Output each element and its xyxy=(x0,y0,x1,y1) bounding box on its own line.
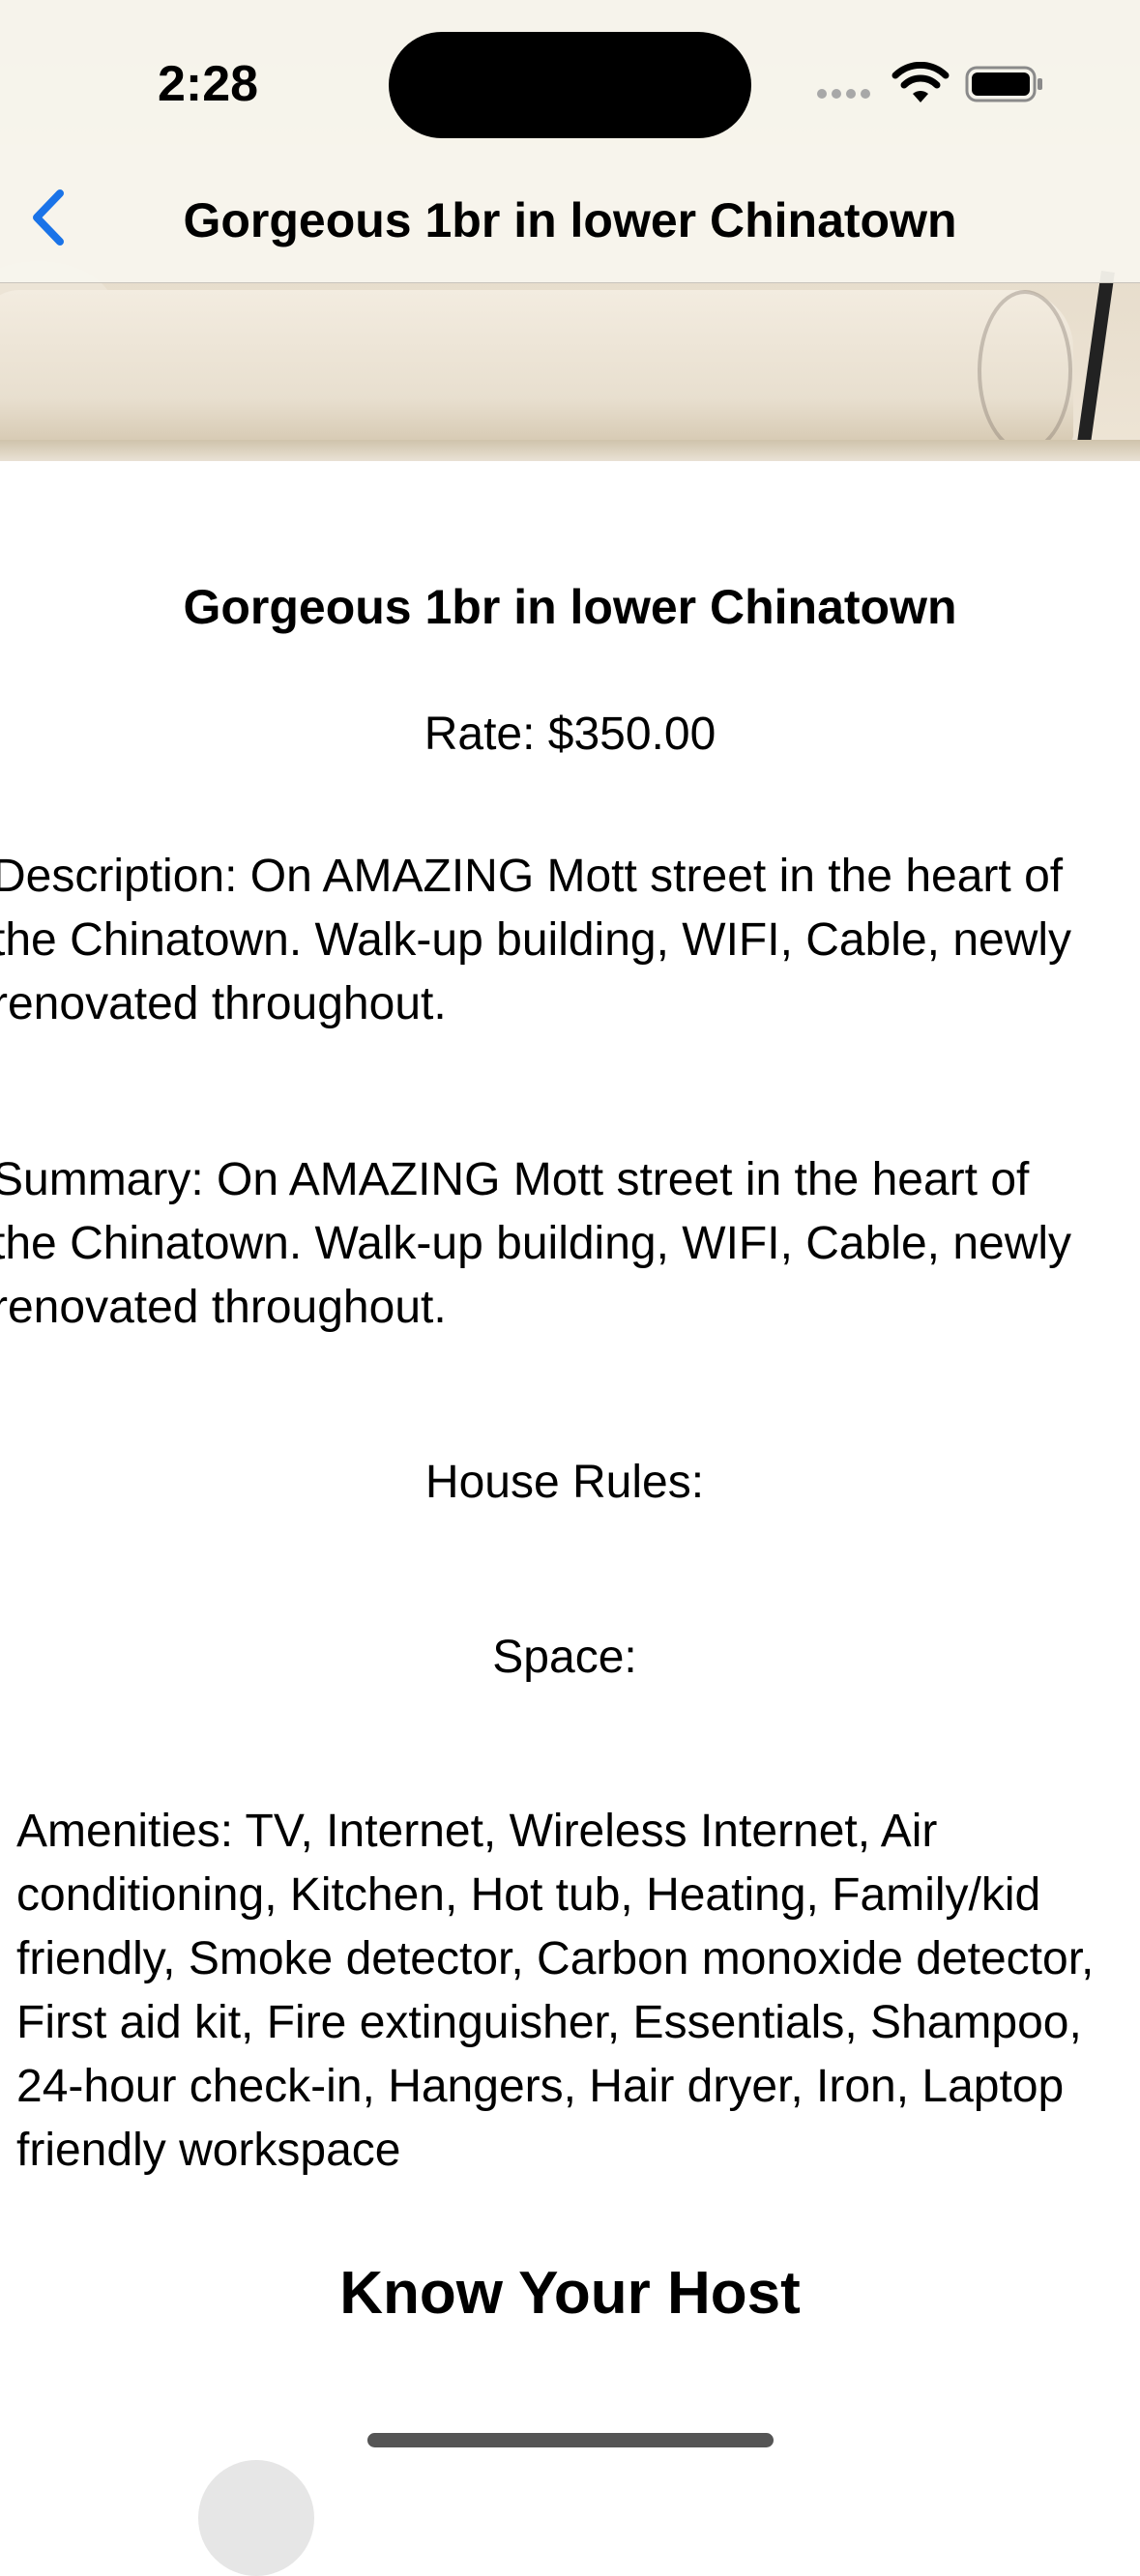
battery-icon xyxy=(965,66,1042,102)
listing-summary: Summary: On AMAZING Mott street in the h… xyxy=(0,1154,1072,1333)
chevron-left-icon xyxy=(33,189,64,246)
host-avatar[interactable] xyxy=(198,2460,314,2576)
status-time: 2:28 xyxy=(157,56,259,112)
sofa-seat xyxy=(0,290,1073,445)
decor-leg xyxy=(1074,270,1115,461)
amenities-text: Amenities: TV, Internet, Wireless Intern… xyxy=(16,1806,1095,2176)
listing-description: Description: On AMAZING Mott street in t… xyxy=(0,851,1072,1029)
cellular-signal-icon xyxy=(817,89,875,101)
listing-rate: Rate: $350.00 xyxy=(424,709,716,760)
dynamic-island xyxy=(389,32,751,138)
listing-title: Gorgeous 1br in lower Chinatown xyxy=(183,580,957,634)
back-button[interactable] xyxy=(17,184,75,251)
house-rules-label: House Rules: xyxy=(424,1457,705,1508)
know-your-host-heading: Know Your Host xyxy=(339,2260,801,2327)
home-indicator[interactable] xyxy=(367,2433,774,2447)
nav-title: Gorgeous 1br in lower Chinatown xyxy=(183,193,957,247)
space-label: Space: xyxy=(492,1632,637,1683)
photo-bottom-edge xyxy=(0,440,1140,461)
wifi-icon xyxy=(892,62,950,102)
navigation-bar: 2:28 Gorgeous 1br in lower Chinatown xyxy=(0,0,1140,283)
decor-curl xyxy=(978,290,1072,452)
